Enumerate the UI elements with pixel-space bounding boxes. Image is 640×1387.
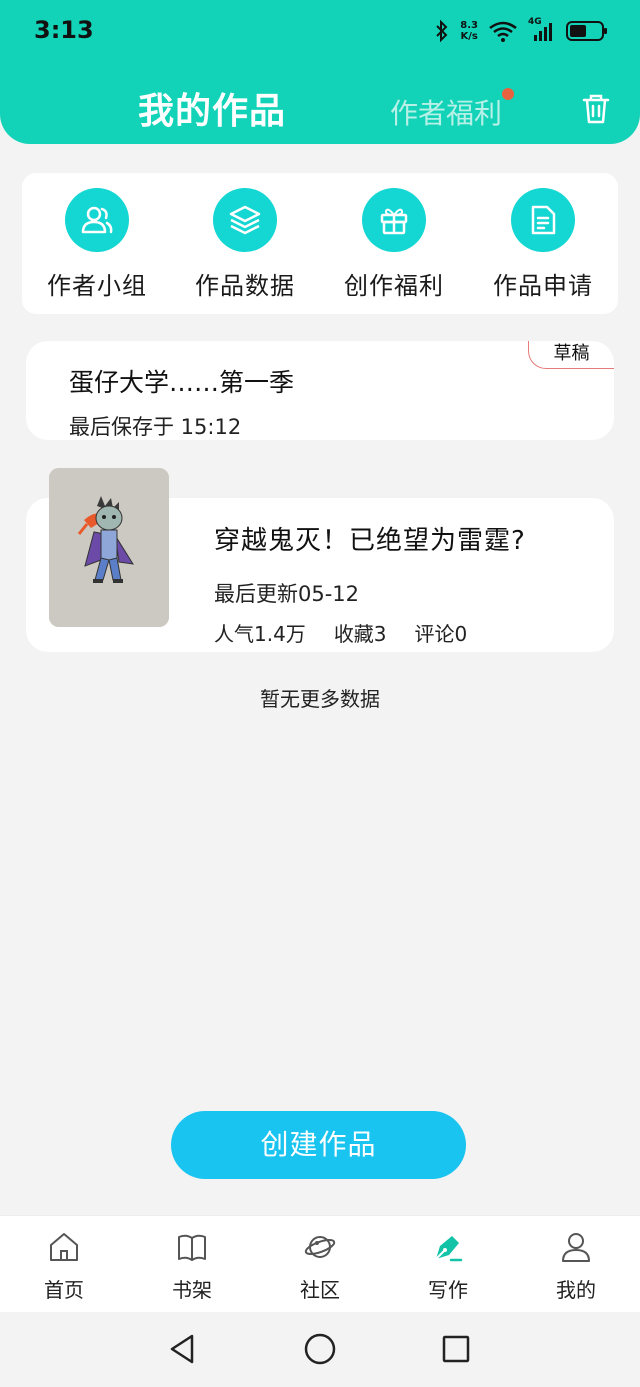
- quick-action-work-data[interactable]: 作品数据: [185, 188, 305, 301]
- recents-icon[interactable]: [439, 1332, 473, 1366]
- author-welfare-link[interactable]: 作者福利: [390, 92, 502, 132]
- quick-action-label: 作者小组: [47, 272, 147, 300]
- draft-title: 蛋仔大学……第一季: [69, 368, 295, 397]
- tab-me[interactable]: 我的: [512, 1230, 640, 1303]
- gift-icon: [380, 208, 408, 235]
- signal-indicator: 4G: [528, 17, 556, 43]
- header-bar: 3:13 8.3 K/s 4G 我的作品 作者福利: [0, 0, 640, 144]
- quick-action-label: 创作福利: [344, 272, 444, 300]
- back-icon[interactable]: [166, 1332, 200, 1366]
- work-favorites: 收藏3: [333, 622, 387, 646]
- notification-dot: [502, 88, 514, 100]
- quick-action-icon-bg: [511, 188, 575, 252]
- work-comments: 评论0: [414, 622, 468, 646]
- battery-icon: [566, 21, 607, 41]
- draft-work-card[interactable]: 蛋仔大学……第一季 最后保存于 15:12 草稿: [26, 341, 614, 440]
- quick-action-icon-bg: [65, 188, 129, 252]
- trash-icon[interactable]: [580, 92, 612, 126]
- system-nav-bar: [0, 1312, 640, 1387]
- quick-action-author-group[interactable]: 作者小组: [37, 188, 157, 301]
- pen-icon: [435, 1236, 463, 1262]
- tab-label: 我的: [556, 1278, 596, 1302]
- quick-action-creation-welfare[interactable]: 创作福利: [334, 188, 454, 301]
- signal-icon: [534, 23, 552, 41]
- tab-label: 首页: [44, 1278, 84, 1302]
- work-cover-image[interactable]: [49, 468, 169, 627]
- layers-icon: [229, 205, 261, 235]
- home-circle-icon[interactable]: [303, 1332, 337, 1366]
- tab-home[interactable]: 首页: [0, 1230, 128, 1303]
- create-work-button[interactable]: 创建作品: [171, 1111, 466, 1179]
- tab-label: 社区: [300, 1278, 340, 1302]
- net-speed: 8.3 K/s: [460, 20, 478, 42]
- people-icon: [81, 206, 113, 234]
- work-popularity: 人气1.4万: [214, 622, 306, 646]
- work-stats: 人气1.4万 收藏3 评论0: [214, 618, 467, 647]
- tab-write[interactable]: 写作: [384, 1230, 512, 1303]
- quick-actions-card: 作者小组 作品数据 创作福利 作品申请: [22, 173, 618, 314]
- draft-saved-time: 最后保存于 15:12: [69, 415, 242, 439]
- work-updated-date: 最后更新05-12: [214, 582, 360, 606]
- book-icon: [178, 1234, 206, 1261]
- quick-action-icon-bg: [362, 188, 426, 252]
- draft-badge: 草稿: [528, 341, 614, 369]
- no-more-data-text: 暂无更多数据: [260, 687, 380, 711]
- tab-label: 书架: [172, 1278, 212, 1302]
- bluetooth-icon: [436, 19, 448, 43]
- planet-icon: [304, 1236, 336, 1258]
- status-time: 3:13: [34, 16, 94, 44]
- document-icon: [531, 205, 556, 235]
- bottom-tab-bar: 首页 书架 社区 写作 我的: [0, 1215, 640, 1312]
- status-icons: 8.3 K/s 4G: [434, 14, 608, 48]
- tab-community[interactable]: 社区: [256, 1230, 384, 1303]
- page-title: 我的作品: [138, 91, 287, 132]
- user-icon: [562, 1233, 590, 1262]
- work-title: 穿越鬼灭！已绝望为雷霆?: [214, 526, 526, 556]
- quick-action-label: 作品数据: [195, 272, 295, 300]
- quick-action-icon-bg: [213, 188, 277, 252]
- tab-label: 写作: [428, 1278, 468, 1302]
- quick-action-label: 作品申请: [493, 272, 593, 300]
- wifi-icon: [489, 21, 517, 42]
- home-icon: [50, 1233, 78, 1261]
- tab-bookshelf[interactable]: 书架: [128, 1230, 256, 1303]
- cover-illustration: [49, 468, 169, 627]
- quick-action-work-application[interactable]: 作品申请: [483, 188, 603, 301]
